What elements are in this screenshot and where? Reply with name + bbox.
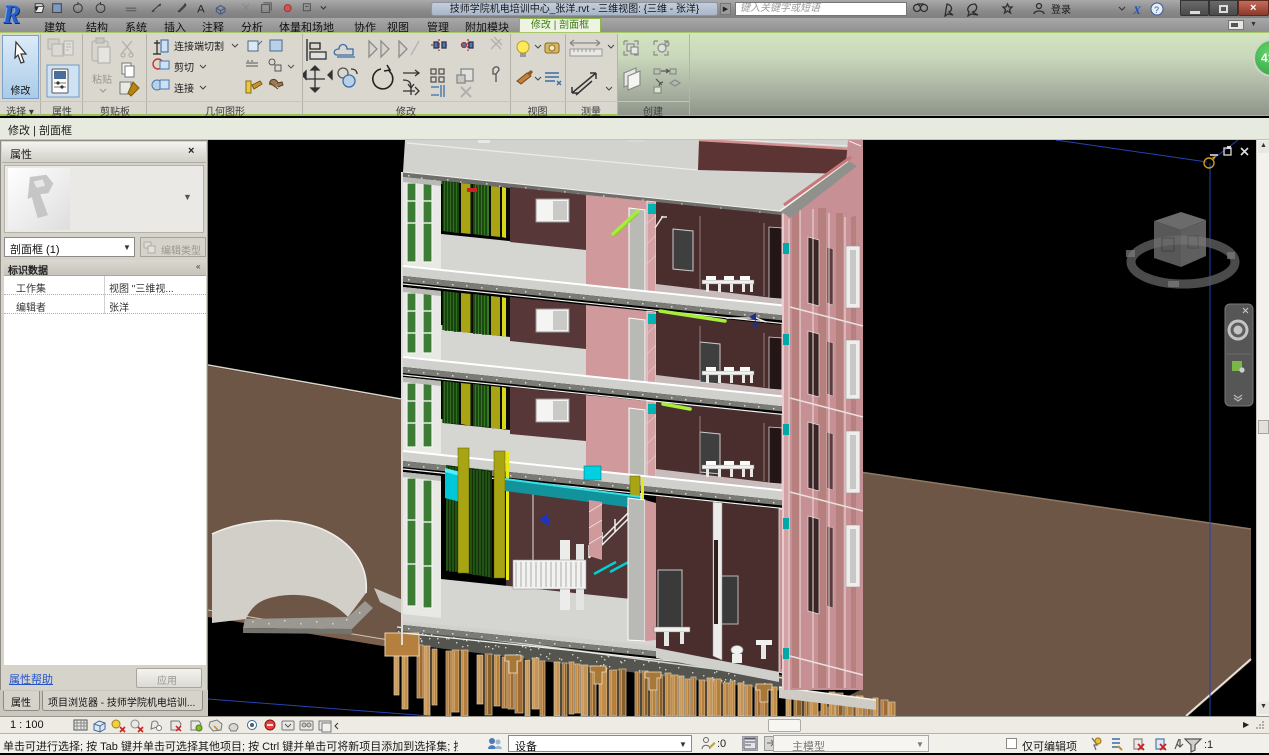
svg-text:粘贴: 粘贴 bbox=[92, 73, 112, 86]
svg-text:X: X bbox=[1132, 3, 1142, 17]
svg-text:A: A bbox=[197, 3, 205, 15]
svg-text:?: ? bbox=[1154, 5, 1159, 15]
svg-text:剪切: 剪切 bbox=[174, 61, 194, 74]
svg-text:连接端切割: 连接端切割 bbox=[174, 40, 224, 53]
svg-text:登录: 登录 bbox=[1051, 3, 1071, 16]
svg-text:连接: 连接 bbox=[174, 82, 194, 95]
